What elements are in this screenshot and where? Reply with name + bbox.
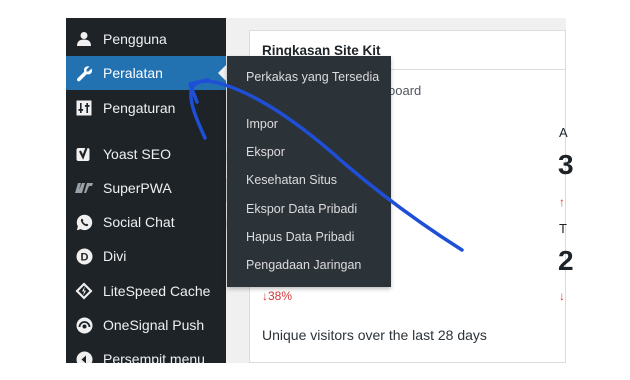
submenu-item-export-personal-data[interactable]: Ekspor Data Pribadi [246, 201, 386, 217]
tools-submenu-flyout: Perkakas yang Tersedia Impor Ekspor Kese… [227, 56, 391, 287]
stat-delta-fragment: ↑ [559, 195, 565, 209]
sidebar-item-label: Yoast SEO [103, 146, 171, 162]
sidebar-item-peralatan[interactable]: Peralatan [66, 56, 226, 90]
onesignal-icon [74, 315, 94, 335]
collapse-icon [74, 349, 94, 363]
stat-delta-fragment: ↓ [559, 289, 565, 303]
sidebar-item-pengguna[interactable]: Pengguna [66, 22, 226, 56]
stat-label-fragment: A [559, 125, 568, 140]
sidebar-item-label: LiteSpeed Cache [103, 283, 211, 299]
sidebar-item-label: Persempit menu [103, 351, 205, 363]
yoast-icon [74, 144, 94, 164]
wrench-icon [74, 63, 94, 83]
admin-sidebar: Pengguna Peralatan Pengaturan Yoast SEO … [66, 18, 226, 363]
delta-value: ↓38% [262, 289, 293, 303]
user-icon [74, 29, 94, 49]
sidebar-item-label: Social Chat [103, 214, 175, 230]
sidebar-item-superpwa[interactable]: SuperPWA [66, 171, 226, 205]
sidebar-item-litespeed-cache[interactable]: LiteSpeed Cache [66, 274, 226, 308]
superpwa-icon [74, 178, 94, 198]
divi-icon: D [74, 246, 94, 266]
sidebar-item-divi[interactable]: D Divi [66, 239, 226, 273]
sidebar-item-label: Divi [103, 248, 127, 264]
sidebar-item-onesignal-push[interactable]: OneSignal Push [66, 308, 226, 342]
sidebar-item-label: OneSignal Push [103, 317, 205, 333]
active-item-indicator [218, 65, 226, 81]
svg-text:D: D [80, 251, 88, 263]
submenu-item-site-health[interactable]: Kesehatan Situs [246, 172, 386, 188]
sidebar-item-label: Pengguna [103, 31, 167, 47]
whatsapp-icon [74, 212, 94, 232]
submenu-item-available-tools[interactable]: Perkakas yang Tersedia [246, 69, 386, 85]
stat-value-fragment: 3 [558, 149, 574, 180]
stat-value-fragment: 2 [558, 245, 574, 276]
sidebar-collapse-menu[interactable]: Persempit menu [66, 342, 226, 363]
sidebar-item-label: Peralatan [103, 65, 163, 81]
submenu-item-import[interactable]: Impor [246, 116, 386, 132]
submenu-item-erase-personal-data[interactable]: Hapus Data Pribadi [246, 229, 386, 245]
sidebar-item-social-chat[interactable]: Social Chat [66, 205, 226, 239]
unique-visitors-caption: Unique visitors over the last 28 days [262, 327, 487, 343]
sidebar-item-label: SuperPWA [103, 180, 172, 196]
litespeed-icon [74, 281, 94, 301]
dashboard-link-fragment[interactable]: board [388, 83, 421, 98]
stat-label-fragment: T [559, 221, 567, 236]
settings-sliders-icon [74, 98, 94, 118]
sidebar-item-pengaturan[interactable]: Pengaturan [66, 91, 226, 125]
sidebar-item-label: Pengaturan [103, 100, 176, 116]
sidebar-item-yoast-seo[interactable]: Yoast SEO [66, 137, 226, 171]
submenu-item-export[interactable]: Ekspor [246, 144, 386, 160]
submenu-item-network-setup[interactable]: Pengadaan Jaringan [246, 257, 386, 273]
